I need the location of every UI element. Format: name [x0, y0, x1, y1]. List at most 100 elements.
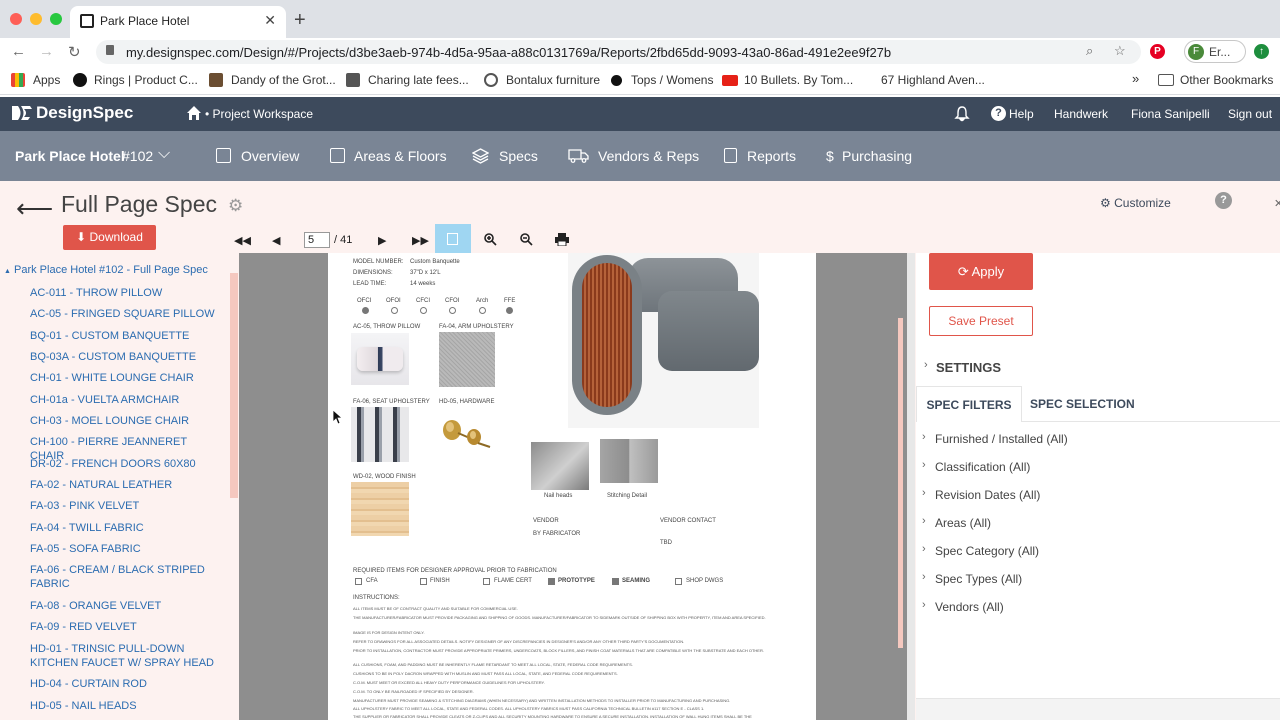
- notification-bell-icon[interactable]: [954, 106, 970, 122]
- spec-item[interactable]: BQ-01 - CUSTOM BANQUETTE: [30, 329, 220, 343]
- filter-furnished-installed[interactable]: Furnished / Installed (All): [935, 432, 1068, 446]
- zoom-in-icon[interactable]: [484, 233, 497, 246]
- first-page-icon[interactable]: ◀◀: [234, 234, 251, 247]
- last-page-icon[interactable]: ▶▶: [412, 234, 429, 247]
- filter-spec-types[interactable]: Spec Types (All): [935, 572, 1022, 586]
- question-help-icon[interactable]: ?: [1215, 192, 1232, 209]
- next-page-icon[interactable]: ▶: [378, 234, 386, 247]
- spec-item[interactable]: FA-03 - PINK VELVET: [30, 499, 220, 513]
- help-link[interactable]: Help: [1009, 107, 1034, 121]
- bookmark-apps[interactable]: Apps: [33, 73, 60, 87]
- instruction-line: IMAGE IS FOR DESIGN INTENT ONLY.: [353, 630, 425, 635]
- apply-button[interactable]: ⟳ Apply: [929, 253, 1033, 290]
- bookmark-10-bullets[interactable]: 10 Bullets. By Tom...: [744, 73, 853, 87]
- project-nav-bar: Park Place Hotel #102 ⌵ Overview Areas &…: [0, 131, 1280, 181]
- project-workspace-link[interactable]: • Project Workspace: [205, 107, 313, 121]
- forward-icon[interactable]: →: [39, 43, 54, 60]
- mouse-cursor-icon: [333, 410, 343, 425]
- spec-item[interactable]: HD-05 - NAIL HEADS: [30, 699, 220, 713]
- left-list-scrollbar[interactable]: [230, 273, 238, 498]
- pinterest-extension-icon[interactable]: P: [1150, 44, 1165, 59]
- filter-vendors[interactable]: Vendors (All): [935, 600, 1004, 614]
- spec-item[interactable]: AC-05 - FRINGED SQUARE PILLOW: [30, 307, 220, 321]
- bookmark-star-icon[interactable]: ☆: [1114, 43, 1126, 59]
- globe-icon: [484, 73, 498, 87]
- minimize-window-button[interactable]: [30, 13, 42, 25]
- spec-item[interactable]: AC-011 - THROW PILLOW: [30, 286, 220, 300]
- other-bookmarks[interactable]: Other Bookmarks: [1180, 73, 1273, 87]
- spec-item[interactable]: DR-02 - FRENCH DOORS 60X80: [30, 457, 220, 471]
- reload-icon[interactable]: ↻: [68, 43, 81, 61]
- bookmark-dandy[interactable]: Dandy of the Grot...: [231, 73, 336, 87]
- nav-areas-floors[interactable]: Areas & Floors: [354, 148, 447, 164]
- previous-page-icon[interactable]: ◀: [272, 234, 280, 247]
- bookmark-tops[interactable]: Tops / Womens: [631, 73, 713, 87]
- profile-button[interactable]: F Er...: [1184, 40, 1246, 63]
- required-item: SEAMING: [622, 578, 651, 584]
- nav-purchasing[interactable]: Purchasing: [842, 148, 912, 164]
- new-tab-button[interactable]: +: [294, 9, 306, 32]
- report-page: ⟵ Full Page Spec ⚙ ⚙ Customize ? ✕ ⬇ Dow…: [0, 181, 1280, 720]
- page-number-input[interactable]: 5: [304, 232, 330, 248]
- download-button[interactable]: ⬇ Download: [63, 225, 156, 250]
- viewer-scrollbar[interactable]: [898, 318, 903, 648]
- close-window-button[interactable]: [10, 13, 22, 25]
- spec-item[interactable]: FA-04 - TWILL FABRIC: [30, 521, 220, 535]
- address-bar[interactable]: my.designspec.com/Design/#/Projects/d3be…: [96, 40, 1141, 64]
- spec-item[interactable]: FA-02 - NATURAL LEATHER: [30, 478, 220, 492]
- tree-root[interactable]: ▲ Park Place Hotel #102 - Full Page Spec: [4, 264, 208, 276]
- nav-overview[interactable]: Overview: [241, 148, 299, 164]
- company-link[interactable]: Handwerk: [1054, 107, 1108, 121]
- help-icon[interactable]: ?: [991, 106, 1006, 121]
- spec-item[interactable]: CH-03 - MOEL LOUNGE CHAIR: [30, 414, 220, 428]
- spec-item[interactable]: FA-05 - SOFA FABRIC: [30, 542, 220, 556]
- spec-item[interactable]: BQ-03A - CUSTOM BANQUETTE: [30, 350, 220, 364]
- save-preset-button[interactable]: Save Preset: [929, 306, 1033, 336]
- browser-tab[interactable]: Park Place Hotel ✕: [70, 6, 286, 38]
- home-icon[interactable]: [186, 105, 202, 121]
- bookmark-charing[interactable]: Charing late fees...: [368, 73, 469, 87]
- bookmark-rings[interactable]: Rings | Product C...: [94, 73, 198, 87]
- project-number[interactable]: #102: [122, 148, 153, 164]
- single-page-view-button[interactable]: [435, 224, 471, 254]
- print-icon[interactable]: [555, 233, 569, 246]
- customize-button[interactable]: ⚙ Customize: [1100, 196, 1171, 210]
- maximize-window-button[interactable]: [50, 13, 62, 25]
- project-name[interactable]: Park Place Hotel: [15, 148, 125, 164]
- required-item: SHOP DWGS: [686, 578, 724, 584]
- tab-close-icon[interactable]: ✕: [264, 12, 276, 29]
- tab-spec-filters[interactable]: SPEC FILTERS: [916, 386, 1022, 422]
- user-name-link[interactable]: Fiona Sanipelli: [1131, 107, 1210, 121]
- tab-spec-selection[interactable]: SPEC SELECTION: [1030, 397, 1135, 411]
- nav-vendors-reps[interactable]: Vendors & Reps: [598, 148, 699, 164]
- nav-reports[interactable]: Reports: [747, 148, 796, 164]
- chevron-down-icon[interactable]: ⌵: [158, 145, 170, 163]
- bookmark-67-highland[interactable]: 67 Highland Aven...: [881, 73, 985, 87]
- bookmark-bontalux[interactable]: Bontalux furniture: [506, 73, 600, 87]
- spec-item[interactable]: CH-01a - VUELTA ARMCHAIR: [30, 393, 220, 407]
- zoom-search-icon[interactable]: ⌕: [1086, 43, 1093, 59]
- spec-item[interactable]: CH-01 - WHITE LOUNGE CHAIR: [30, 371, 220, 385]
- back-arrow-icon[interactable]: ⟵: [16, 193, 53, 224]
- filter-revision-dates[interactable]: Revision Dates (All): [935, 488, 1040, 502]
- bookmarks-overflow-button[interactable]: »: [1132, 71, 1139, 86]
- nav-specs[interactable]: Specs: [499, 148, 538, 164]
- back-icon[interactable]: ←: [11, 43, 26, 60]
- option-radio: [449, 307, 456, 314]
- spec-item[interactable]: FA-08 - ORANGE VELVET: [30, 599, 220, 613]
- sign-out-link[interactable]: Sign out: [1228, 107, 1272, 121]
- app-logo-text[interactable]: DesignSpec: [36, 103, 133, 123]
- spec-item[interactable]: FA-06 - CREAM / BLACK STRIPED FABRIC: [30, 563, 220, 591]
- spec-item[interactable]: HD-04 - CURTAIN ROD: [30, 677, 220, 691]
- update-icon[interactable]: ↑: [1254, 44, 1269, 59]
- filter-areas[interactable]: Areas (All): [935, 516, 991, 530]
- zoom-out-icon[interactable]: [520, 233, 533, 246]
- gear-icon[interactable]: ⚙: [228, 196, 243, 216]
- spec-item[interactable]: HD-01 - TRINSIC PULL-DOWN KITCHEN FAUCET…: [30, 642, 220, 670]
- settings-toggle[interactable]: SETTINGS: [936, 360, 1001, 375]
- spec-item[interactable]: FA-09 - RED VELVET: [30, 620, 220, 634]
- filter-classification[interactable]: Classification (All): [935, 460, 1030, 474]
- close-icon[interactable]: ✕: [1274, 197, 1280, 210]
- filter-spec-category[interactable]: Spec Category (All): [935, 544, 1039, 558]
- document-viewer[interactable]: MODEL NUMBER: Custom Banquette DIMENSION…: [239, 253, 907, 720]
